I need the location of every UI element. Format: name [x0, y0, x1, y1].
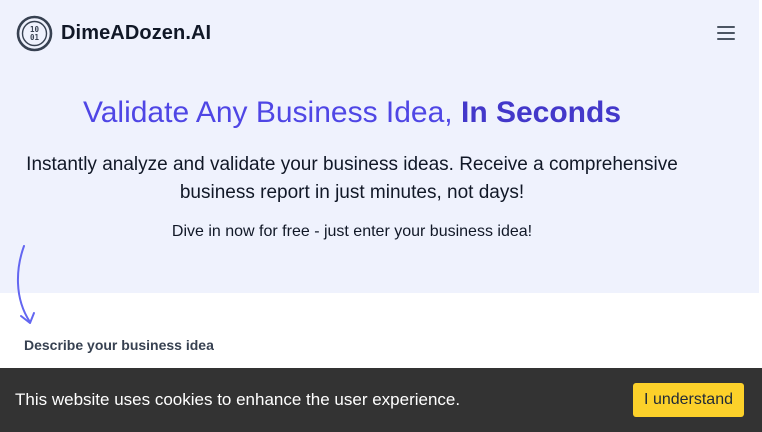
hero-cta-text: Dive in now for free - just enter your b… — [171, 223, 533, 240]
brand-link[interactable]: 10 01 DimeADozen.AI — [16, 15, 211, 52]
menu-bar — [717, 32, 735, 34]
business-idea-label: Describe your business idea — [24, 337, 214, 353]
brand-name: DimeADozen.AI — [61, 21, 212, 44]
cookie-message: This website uses cookies to enhance the… — [15, 390, 461, 409]
curved-arrow-icon — [17, 245, 35, 324]
menu-bar — [717, 26, 735, 28]
coin-binary-icon: 10 01 — [16, 15, 53, 51]
hero-title-emphasis: In Seconds — [460, 96, 622, 129]
hamburger-menu-icon[interactable] — [711, 18, 741, 48]
hero-subtitle: Instantly analyze and validate your busi… — [26, 154, 678, 203]
navbar: 10 01 DimeADozen.AI — [0, 0, 759, 66]
cookie-banner: This website uses cookies to enhance the… — [0, 368, 762, 432]
accept-cookies-button[interactable]: I understand — [633, 383, 744, 417]
svg-text:01: 01 — [30, 33, 40, 42]
menu-bar — [717, 38, 735, 40]
hero-title-main: Validate Any Business Idea, — [82, 96, 461, 129]
hero-title: Validate Any Business Idea, In Seconds — [0, 96, 704, 130]
